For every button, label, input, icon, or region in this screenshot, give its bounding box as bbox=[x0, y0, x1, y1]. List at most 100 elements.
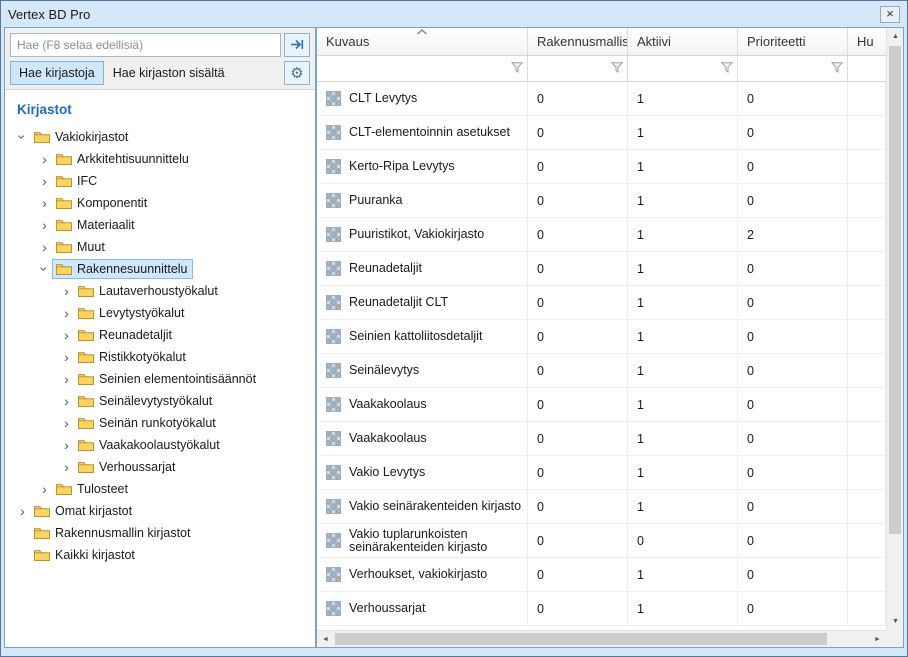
tree-item[interactable]: Arkkitehtisuunnittelu bbox=[15, 148, 315, 170]
search-go-button[interactable] bbox=[284, 33, 310, 57]
table-row[interactable]: CLT Levytys 0 1 0 bbox=[317, 82, 886, 116]
table-row[interactable]: Puuristikot, Vakiokirjasto 0 1 2 bbox=[317, 218, 886, 252]
vertical-scrollbar[interactable]: ▲ ▼ bbox=[886, 28, 903, 630]
tree-expander-icon[interactable] bbox=[59, 372, 74, 386]
vertical-scroll-thumb[interactable] bbox=[889, 46, 901, 534]
settings-button[interactable]: ⚙ bbox=[284, 61, 310, 85]
tree-expander-icon[interactable] bbox=[15, 548, 30, 562]
table-row[interactable]: CLT-elementoinnin asetukset 0 1 0 bbox=[317, 116, 886, 150]
tree-item-content[interactable]: Vakiokirjastot bbox=[30, 127, 133, 147]
filter-cell-aktiivi[interactable] bbox=[628, 56, 738, 81]
table-row[interactable]: Reunadetaljit CLT 0 1 0 bbox=[317, 286, 886, 320]
tree-item-content[interactable]: Ristikkotyökalut bbox=[74, 347, 191, 367]
filter-funnel-icon[interactable] bbox=[721, 60, 733, 78]
column-header-huomautus[interactable]: Hu bbox=[848, 28, 886, 55]
table-row[interactable]: Vakio tuplarunkoisten seinärakenteiden k… bbox=[317, 524, 886, 558]
tree-expander-icon[interactable] bbox=[59, 284, 74, 298]
tree-item[interactable]: Kaikki kirjastot bbox=[15, 544, 315, 566]
tree-expander-icon[interactable] bbox=[37, 174, 52, 188]
column-header-prioriteetti[interactable]: Prioriteetti bbox=[738, 28, 848, 55]
tree-expander-icon[interactable] bbox=[15, 526, 30, 540]
tree-item[interactable]: Seinälevytystyökalut bbox=[15, 390, 315, 412]
table-row[interactable]: Kerto-Ripa Levytys 0 1 0 bbox=[317, 150, 886, 184]
filter-funnel-icon[interactable] bbox=[511, 60, 523, 78]
tree-item[interactable]: Ristikkotyökalut bbox=[15, 346, 315, 368]
tree-item[interactable]: Vakiokirjastot bbox=[15, 126, 315, 148]
table-row[interactable]: Vakio seinärakenteiden kirjasto 0 1 0 bbox=[317, 490, 886, 524]
tree-item-content[interactable]: Rakennusmallin kirjastot bbox=[30, 523, 195, 543]
tree-expander-icon[interactable] bbox=[15, 504, 30, 518]
tree-item-content[interactable]: Rakennesuunnittelu bbox=[52, 259, 193, 279]
close-button[interactable]: × bbox=[880, 6, 900, 23]
tree-item[interactable]: Tulosteet bbox=[15, 478, 315, 500]
tree-item[interactable]: Materiaalit bbox=[15, 214, 315, 236]
tree-expander-icon[interactable] bbox=[37, 240, 52, 254]
tree-item-content[interactable]: Muut bbox=[52, 237, 110, 257]
tree-item-content[interactable]: Reunadetaljit bbox=[74, 325, 177, 345]
tree-item[interactable]: IFC bbox=[15, 170, 315, 192]
table-row[interactable]: Vaakakoolaus 0 1 0 bbox=[317, 422, 886, 456]
tree-expander-icon[interactable] bbox=[59, 416, 74, 430]
tree-expander-icon[interactable] bbox=[59, 350, 74, 364]
table-row[interactable]: Vakio Levytys 0 1 0 bbox=[317, 456, 886, 490]
tree-item[interactable]: Omat kirjastot bbox=[15, 500, 315, 522]
tree-expander-icon[interactable] bbox=[37, 218, 52, 232]
column-header-kuvaus[interactable]: Kuvaus bbox=[317, 28, 528, 55]
filter-funnel-icon[interactable] bbox=[611, 60, 623, 78]
tree-expander-icon[interactable] bbox=[37, 196, 52, 210]
tree-item-content[interactable]: Seinän runkotyökalut bbox=[74, 413, 221, 433]
tree-item[interactable]: Levytystyökalut bbox=[15, 302, 315, 324]
tree-expander-icon[interactable] bbox=[59, 460, 74, 474]
scroll-right-button[interactable]: ► bbox=[869, 631, 886, 648]
tree-item[interactable]: Rakennesuunnittelu bbox=[15, 258, 315, 280]
table-row[interactable]: Puuranka 0 1 0 bbox=[317, 184, 886, 218]
tree-item-content[interactable]: Kaikki kirjastot bbox=[30, 545, 140, 565]
tree-expander-icon[interactable] bbox=[37, 152, 52, 166]
column-header-aktiivi[interactable]: Aktiivi bbox=[628, 28, 738, 55]
tree-item-content[interactable]: Arkkitehtisuunnittelu bbox=[52, 149, 194, 169]
tree-expander-icon[interactable] bbox=[59, 438, 74, 452]
horizontal-scroll-thumb[interactable] bbox=[335, 633, 827, 645]
tree-expander-icon[interactable] bbox=[59, 306, 74, 320]
table-row[interactable]: Seinien kattoliitosdetaljit 0 1 0 bbox=[317, 320, 886, 354]
filter-cell-huomautus[interactable] bbox=[848, 56, 886, 81]
filter-cell-prioriteetti[interactable] bbox=[738, 56, 848, 81]
tree-item-content[interactable]: Vaakakoolaustyökalut bbox=[74, 435, 225, 455]
table-row[interactable]: Verhoukset, vakiokirjasto 0 1 0 bbox=[317, 558, 886, 592]
search-input[interactable] bbox=[10, 33, 281, 57]
tree-expander-icon[interactable] bbox=[37, 482, 52, 496]
scroll-left-button[interactable]: ◄ bbox=[317, 631, 334, 648]
table-row[interactable]: Vaakakoolaus 0 1 0 bbox=[317, 388, 886, 422]
tree-item-content[interactable]: Materiaalit bbox=[52, 215, 140, 235]
tree-item-content[interactable]: Seinien elementointisäännöt bbox=[74, 369, 261, 389]
tree-item[interactable]: Vaakakoolaustyökalut bbox=[15, 434, 315, 456]
tree-item-content[interactable]: Verhoussarjat bbox=[74, 457, 180, 477]
tree-item[interactable]: Verhoussarjat bbox=[15, 456, 315, 478]
tree-item-content[interactable]: Seinälevytystyökalut bbox=[74, 391, 217, 411]
horizontal-scroll-track[interactable] bbox=[334, 631, 869, 647]
tree-item-content[interactable]: Omat kirjastot bbox=[30, 501, 137, 521]
tree-item[interactable]: Rakennusmallin kirjastot bbox=[15, 522, 315, 544]
tree-expander-icon[interactable] bbox=[59, 328, 74, 342]
filter-cell-kuvaus[interactable] bbox=[317, 56, 528, 81]
tree-item[interactable]: Lautaverhoustyökalut bbox=[15, 280, 315, 302]
tree-item-content[interactable]: IFC bbox=[52, 171, 102, 191]
column-header-rakennusmalli[interactable]: Rakennusmallis... bbox=[528, 28, 628, 55]
tree-item[interactable]: Seinän runkotyökalut bbox=[15, 412, 315, 434]
tree-item-content[interactable]: Tulosteet bbox=[52, 479, 133, 499]
horizontal-scrollbar[interactable]: ◄ ► bbox=[317, 630, 886, 647]
tree-item[interactable]: Komponentit bbox=[15, 192, 315, 214]
tree-item-content[interactable]: Levytystyökalut bbox=[74, 303, 189, 323]
scroll-up-button[interactable]: ▲ bbox=[887, 28, 904, 45]
title-bar[interactable]: Vertex BD Pro × bbox=[1, 1, 907, 27]
tree-item[interactable]: Muut bbox=[15, 236, 315, 258]
tree-expander-icon[interactable] bbox=[59, 394, 74, 408]
tree-expander-icon[interactable] bbox=[15, 130, 30, 144]
tree-item[interactable]: Reunadetaljit bbox=[15, 324, 315, 346]
scroll-down-button[interactable]: ▼ bbox=[887, 613, 904, 630]
table-row[interactable]: Verhoussarjat 0 1 0 bbox=[317, 592, 886, 626]
tab-hae-kirjaston-sisalta[interactable]: Hae kirjaston sisältä bbox=[104, 61, 234, 85]
filter-funnel-icon[interactable] bbox=[831, 60, 843, 78]
table-row[interactable]: Reunadetaljit 0 1 0 bbox=[317, 252, 886, 286]
tree-item-content[interactable]: Komponentit bbox=[52, 193, 152, 213]
